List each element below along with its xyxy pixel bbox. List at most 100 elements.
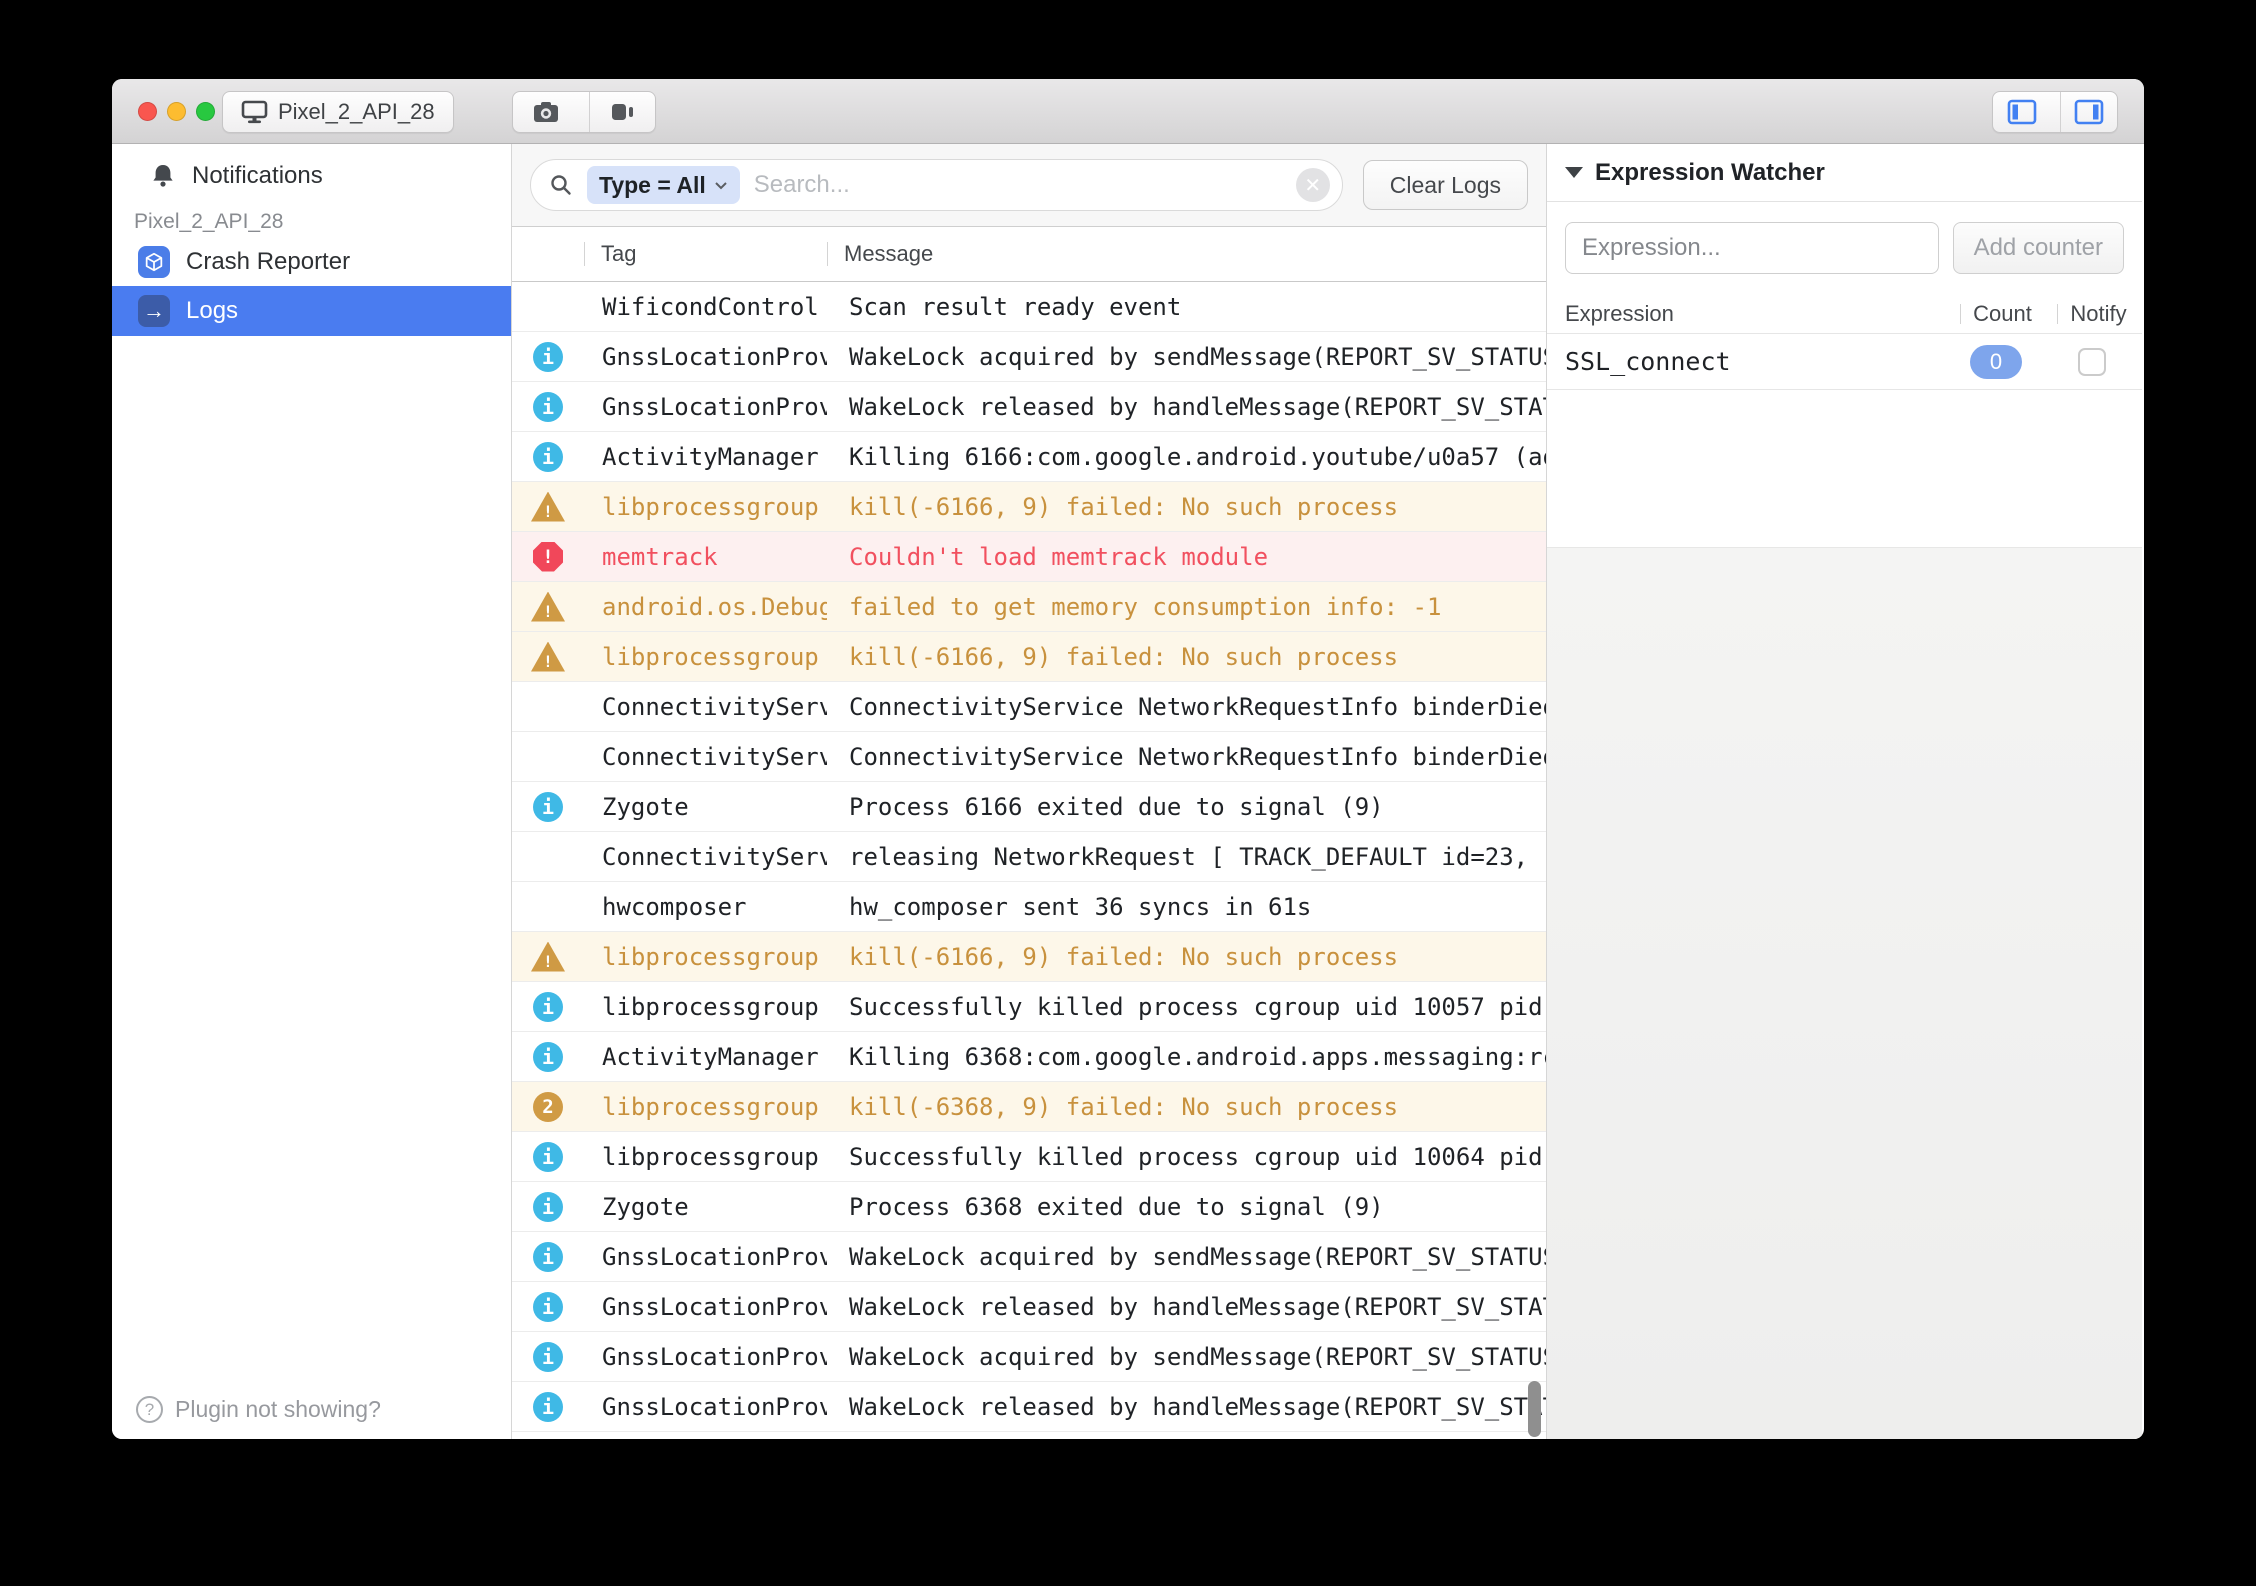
count-badge: 0 xyxy=(1970,345,2022,379)
pane-toggle-buttons xyxy=(1992,91,2118,133)
titlebar[interactable]: Pixel_2_API_28 xyxy=(112,79,2144,144)
log-row[interactable]: ! libprocessgroup kill(-6166, 9) failed:… xyxy=(512,632,1546,682)
plugin-help-link[interactable]: ? Plugin not showing? xyxy=(136,1396,381,1423)
window-controls xyxy=(138,102,215,121)
log-tag: memtrack xyxy=(584,543,827,571)
search-icon xyxy=(549,173,573,197)
log-row[interactable]: 2 libprocessgroup kill(-6368, 9) failed:… xyxy=(512,1082,1546,1132)
toggle-right-panel-button[interactable] xyxy=(2060,92,2117,132)
toggle-left-panel-button[interactable] xyxy=(1993,92,2050,132)
minimize-button[interactable] xyxy=(167,102,186,121)
log-row[interactable]: i GnssLocationProvider WakeLock released… xyxy=(512,382,1546,432)
log-row[interactable]: WificondControl Scan result ready event xyxy=(512,282,1546,332)
watcher-column-notify: Notify xyxy=(2042,301,2142,327)
log-table-header: Tag Message xyxy=(512,227,1546,282)
clear-logs-button[interactable]: Clear Logs xyxy=(1363,160,1528,210)
watcher-column-expression: Expression xyxy=(1565,301,1950,327)
disclosure-triangle-icon[interactable] xyxy=(1565,167,1583,178)
device-section-label: Pixel_2_API_28 xyxy=(112,210,511,234)
right-panel-icon xyxy=(2073,98,2105,126)
log-tag: GnssLocationProvider xyxy=(584,343,827,371)
watcher-title: Expression Watcher xyxy=(1595,159,1825,187)
left-panel-icon xyxy=(2006,98,2038,126)
log-message: Process 6368 exited due to signal (9) xyxy=(827,1193,1546,1221)
watcher-lower-panel xyxy=(1547,547,2142,1439)
log-row[interactable]: i GnssLocationProvider WakeLock acquired… xyxy=(512,1332,1546,1382)
log-row[interactable]: i GnssLocationProvider WakeLock released… xyxy=(512,1382,1546,1432)
expression-input[interactable] xyxy=(1565,222,1939,274)
type-filter-chip[interactable]: Type = All xyxy=(587,166,740,204)
log-row[interactable]: i libprocessgroup Successfully killed pr… xyxy=(512,1132,1546,1182)
sidebar: Notifications Pixel_2_API_28 Crash Repor… xyxy=(112,144,512,1439)
warning-icon: ! xyxy=(531,492,565,522)
log-message: ConnectivityService NetworkRequestInfo b… xyxy=(827,743,1546,771)
scrollbar-thumb[interactable] xyxy=(1528,1381,1541,1437)
log-tag: GnssLocationProvider xyxy=(584,1343,827,1371)
capture-buttons xyxy=(512,91,656,133)
search-bar[interactable]: Type = All ✕ xyxy=(530,159,1343,211)
log-message: releasing NetworkRequest [ TRACK_DEFAULT… xyxy=(827,843,1546,871)
log-message: WakeLock acquired by sendMessage(REPORT_… xyxy=(827,1343,1546,1371)
log-row[interactable]: ! libprocessgroup kill(-6166, 9) failed:… xyxy=(512,482,1546,532)
app-window: Pixel_2_API_28 xyxy=(112,79,2144,1439)
sidebar-item-logs[interactable]: → Logs xyxy=(112,286,511,336)
help-icon: ? xyxy=(136,1396,163,1423)
log-row[interactable]: ! memtrack Couldn't load memtrack module xyxy=(512,532,1546,582)
watcher-row[interactable]: SSL_connect 0 xyxy=(1547,334,2142,390)
sidebar-item-notifications[interactable]: Notifications xyxy=(112,152,511,200)
log-row[interactable]: i GnssLocationProvider WakeLock released… xyxy=(512,1282,1546,1332)
zoom-button[interactable] xyxy=(196,102,215,121)
search-input[interactable] xyxy=(754,171,1282,199)
log-message: kill(-6368, 9) failed: No such process xyxy=(827,1093,1546,1121)
monitor-icon xyxy=(241,100,268,124)
log-row[interactable]: i libprocessgroup Successfully killed pr… xyxy=(512,982,1546,1032)
log-message: kill(-6166, 9) failed: No such process xyxy=(827,643,1546,671)
clear-search-button[interactable]: ✕ xyxy=(1296,168,1330,202)
chevron-down-icon xyxy=(714,180,728,190)
error-icon: ! xyxy=(533,542,563,572)
sidebar-item-crash-reporter[interactable]: Crash Reporter xyxy=(112,238,511,286)
log-row[interactable]: ConnectivityService ConnectivityService … xyxy=(512,732,1546,782)
record-button[interactable] xyxy=(589,92,655,132)
log-row[interactable]: hwcomposer hw_composer sent 36 syncs in … xyxy=(512,882,1546,932)
crash-reporter-icon xyxy=(138,246,170,278)
log-row[interactable]: i ActivityManager Killing 6368:com.googl… xyxy=(512,1032,1546,1082)
close-button[interactable] xyxy=(138,102,157,121)
log-row[interactable]: ConnectivityService ConnectivityService … xyxy=(512,682,1546,732)
log-row[interactable]: i GnssLocationProvider WakeLock acquired… xyxy=(512,1232,1546,1282)
info-icon: i xyxy=(533,392,563,422)
log-message: Successfully killed process cgroup uid 1… xyxy=(827,993,1546,1021)
log-message: Process 6166 exited due to signal (9) xyxy=(827,793,1546,821)
bell-icon xyxy=(150,163,176,189)
log-message: Successfully killed process cgroup uid 1… xyxy=(827,1143,1546,1171)
log-row[interactable]: ConnectivityService releasing NetworkReq… xyxy=(512,832,1546,882)
notify-checkbox[interactable] xyxy=(2078,348,2106,376)
info-icon: i xyxy=(533,1292,563,1322)
add-counter-button[interactable]: Add counter xyxy=(1953,222,2124,274)
log-message: Couldn't load memtrack module xyxy=(827,543,1546,571)
log-tag: WificondControl xyxy=(584,293,827,321)
log-row[interactable]: i Zygote Process 6166 exited due to sign… xyxy=(512,782,1546,832)
device-selector-button[interactable]: Pixel_2_API_28 xyxy=(222,91,454,133)
watcher-header: Expression Watcher xyxy=(1547,144,2142,202)
log-tag: Zygote xyxy=(584,1193,827,1221)
log-row[interactable]: i GnssLocationProvider WakeLock acquired… xyxy=(512,332,1546,382)
log-row[interactable]: i Zygote Process 6368 exited due to sign… xyxy=(512,1182,1546,1232)
log-tag: ActivityManager xyxy=(584,443,827,471)
log-message: Killing 6166:com.google.android.youtube/… xyxy=(827,443,1546,471)
log-message: hw_composer sent 36 syncs in 61s xyxy=(827,893,1546,921)
screenshot-button[interactable] xyxy=(513,92,579,132)
log-toolbar: Type = All ✕ Clear Logs xyxy=(512,144,1546,227)
log-row[interactable]: ! android.os.Debug failed to get memory … xyxy=(512,582,1546,632)
log-tag: libprocessgroup xyxy=(584,1093,827,1121)
log-tag: ConnectivityService xyxy=(584,843,827,871)
log-tag: libprocessgroup xyxy=(584,943,827,971)
column-header-message: Message xyxy=(827,241,1546,267)
log-tag: hwcomposer xyxy=(584,893,827,921)
log-message: WakeLock released by handleMessage(REPOR… xyxy=(827,393,1546,421)
log-row[interactable]: ! libprocessgroup kill(-6166, 9) failed:… xyxy=(512,932,1546,982)
log-row[interactable]: i ActivityManager Killing 6166:com.googl… xyxy=(512,432,1546,482)
log-tag: libprocessgroup xyxy=(584,493,827,521)
info-icon: i xyxy=(533,992,563,1022)
log-message: WakeLock acquired by sendMessage(REPORT_… xyxy=(827,343,1546,371)
